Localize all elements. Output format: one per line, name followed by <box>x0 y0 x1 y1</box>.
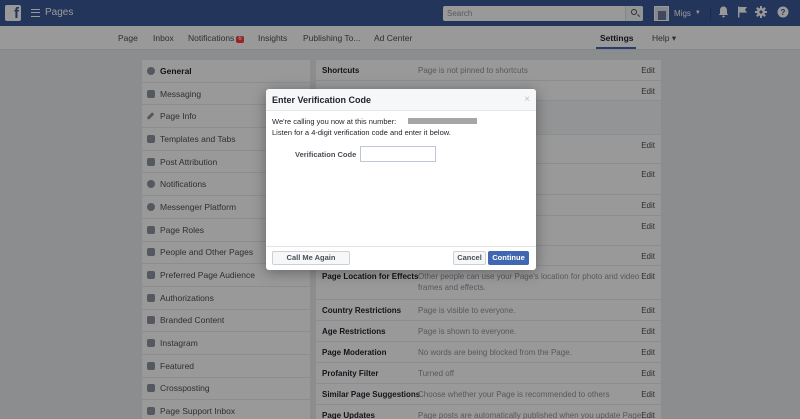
verification-code-dialog: Enter Verification Code × We're calling … <box>266 89 536 270</box>
dialog-footer: Call Me Again Cancel Continue <box>266 246 536 270</box>
call-me-again-button[interactable]: Call Me Again <box>272 251 350 265</box>
calling-message: We're calling you now at this number: <box>272 117 530 128</box>
close-icon[interactable]: × <box>524 94 530 105</box>
dialog-header: Enter Verification Code × <box>266 89 536 111</box>
dialog-title: Enter Verification Code <box>272 95 372 105</box>
redacted-phone-number <box>408 118 478 124</box>
continue-button[interactable]: Continue <box>488 251 529 265</box>
calling-text: We're calling you now at this number: <box>272 117 397 126</box>
verification-code-input[interactable] <box>360 146 436 162</box>
dialog-body: We're calling you now at this number: Li… <box>272 117 530 162</box>
listen-instructions: Listen for a 4-digit verification code a… <box>272 127 451 137</box>
cancel-button[interactable]: Cancel <box>453 251 486 265</box>
verification-code-label: Verification Code <box>295 150 357 159</box>
